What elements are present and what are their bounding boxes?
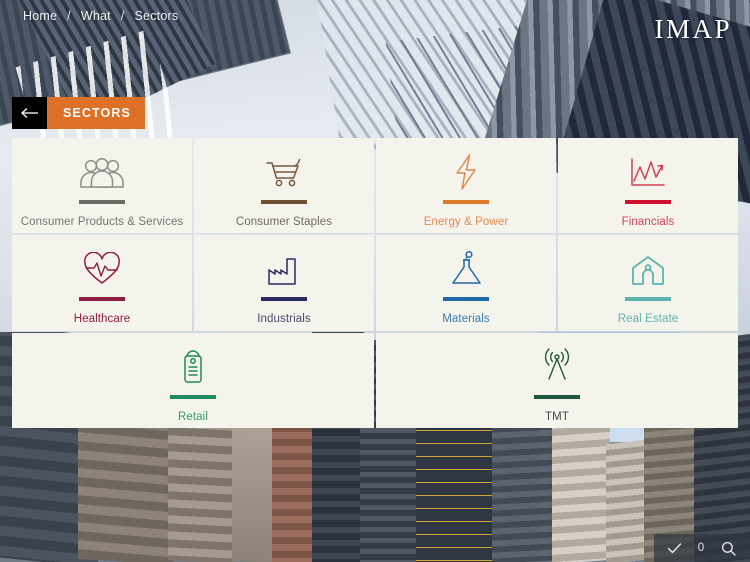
sector-tile-energy-power[interactable]: Energy & Power <box>376 138 556 234</box>
imap-logo: IMAP <box>654 14 732 44</box>
house-icon <box>629 244 667 288</box>
check-icon <box>667 542 681 553</box>
breadcrumb-separator: / <box>67 9 71 23</box>
shopping-cart-icon <box>263 147 305 191</box>
sector-tile-financials[interactable]: Financials <box>558 138 738 234</box>
sector-tile-healthcare[interactable]: Healthcare <box>12 235 192 331</box>
breadcrumb-item-sectors[interactable]: Sectors <box>134 9 180 23</box>
tile-rule <box>443 200 489 205</box>
arrow-left-icon <box>20 108 38 118</box>
sector-tile-label: Consumer Staples <box>235 216 333 229</box>
tile-rule <box>625 297 671 302</box>
check-button[interactable] <box>660 534 688 562</box>
sectors-panel: Consumer Products & Services Consumer St… <box>12 138 738 428</box>
sector-tile-label: Retail <box>177 410 208 423</box>
sector-tile-real-estate[interactable]: Real Estate <box>558 235 738 331</box>
search-button[interactable] <box>714 534 742 562</box>
tile-rule <box>443 297 489 302</box>
app-root: Home / What / Sectors IMAP SECTORS Consu… <box>0 0 750 562</box>
section-title: SECTORS <box>47 97 145 129</box>
back-button[interactable] <box>12 97 47 129</box>
tile-rule <box>261 297 307 302</box>
breadcrumb-separator: / <box>120 9 125 23</box>
breadcrumb: Home / What / Sectors <box>22 9 179 23</box>
tile-rule <box>79 200 125 205</box>
sector-tile-label: Financials <box>621 216 675 229</box>
sector-tile-label: Materials <box>442 313 490 326</box>
tile-rule <box>534 394 580 399</box>
sector-tile-label: Real Estate <box>617 313 679 326</box>
lightning-bolt-icon <box>449 147 483 191</box>
sector-tile-retail[interactable]: Retail <box>12 332 374 428</box>
sector-tile-industrials[interactable]: Industrials <box>194 235 374 331</box>
sector-tile-materials[interactable]: Materials <box>376 235 556 331</box>
factory-icon <box>265 244 303 288</box>
tile-rule <box>79 297 125 302</box>
sector-tile-tmt[interactable]: TMT <box>376 332 738 428</box>
tile-rule <box>170 394 216 399</box>
search-icon <box>721 541 736 556</box>
sector-tile-label: TMT <box>545 410 569 423</box>
sector-tile-consumer-products-services[interactable]: Consumer Products & Services <box>12 138 192 234</box>
sector-tile-label: Industrials <box>257 313 311 326</box>
sector-row: Healthcare Industrials Materials Real Es… <box>12 235 738 331</box>
sector-tile-label: Healthcare <box>73 313 131 326</box>
section-header-bar: SECTORS <box>12 97 145 129</box>
broadcast-tower-icon <box>537 342 577 386</box>
line-chart-icon <box>628 147 668 191</box>
tile-rule <box>261 200 307 205</box>
flask-icon <box>449 244 483 288</box>
sector-tile-consumer-staples[interactable]: Consumer Staples <box>194 138 374 234</box>
heart-pulse-icon <box>82 244 122 288</box>
bottom-toolbar: 0 <box>654 534 750 562</box>
sector-row: Retail TMT <box>12 332 738 428</box>
selection-count: 0 <box>697 542 705 554</box>
people-group-icon <box>78 147 126 191</box>
sector-tile-label: Energy & Power <box>423 216 509 229</box>
breadcrumb-item-home[interactable]: Home <box>22 9 58 23</box>
sector-row: Consumer Products & Services Consumer St… <box>12 138 738 234</box>
breadcrumb-item-what[interactable]: What <box>80 9 112 23</box>
price-tag-icon <box>177 342 209 386</box>
sector-tile-label: Consumer Products & Services <box>20 216 184 229</box>
tile-rule <box>625 200 671 205</box>
